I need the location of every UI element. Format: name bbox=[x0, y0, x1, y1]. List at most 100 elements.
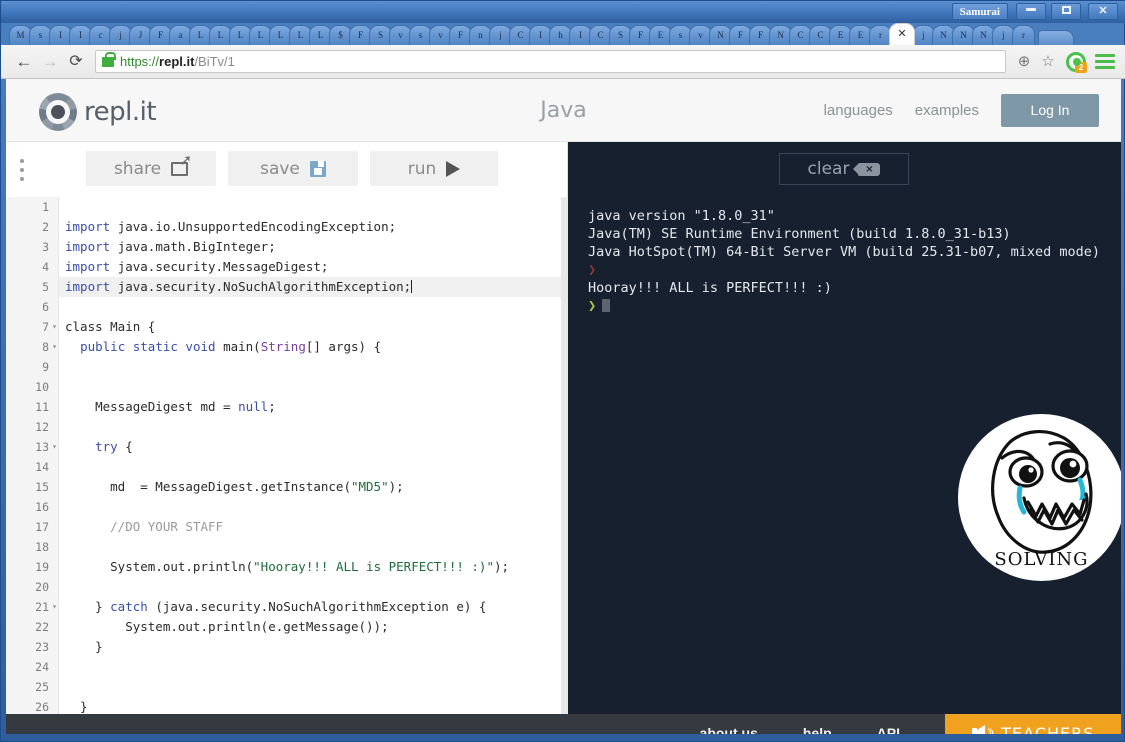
extension-icon[interactable]: 2 bbox=[1066, 51, 1087, 73]
url-host: repl.it bbox=[159, 54, 195, 69]
login-button[interactable]: Log In bbox=[1001, 94, 1099, 127]
fold-toggle-icon[interactable]: ▾ bbox=[52, 317, 57, 337]
code-line[interactable]: } bbox=[59, 637, 568, 657]
site-header: Java repl.it languages examples Log In bbox=[6, 79, 1121, 142]
code-line[interactable] bbox=[59, 497, 568, 517]
reload-icon[interactable]: ⟳ bbox=[63, 45, 89, 79]
code-line[interactable] bbox=[59, 297, 568, 317]
code-line[interactable] bbox=[59, 657, 568, 677]
code-token: import bbox=[65, 279, 118, 294]
run-button[interactable]: run bbox=[370, 151, 498, 186]
code-token: import bbox=[65, 239, 118, 254]
forward-icon[interactable]: → bbox=[37, 45, 63, 79]
code-line[interactable]: public static void main(String[] args) { bbox=[59, 337, 568, 357]
code-line[interactable] bbox=[59, 577, 568, 597]
line-number: 7 ▾ bbox=[6, 317, 58, 337]
address-bar[interactable]: https://repl.it/BiTv/1 bbox=[95, 50, 1006, 73]
code-token: ; bbox=[268, 399, 276, 414]
code-token: import bbox=[65, 259, 118, 274]
code-line[interactable]: } catch (java.security.NoSuchAlgorithmEx… bbox=[59, 597, 568, 617]
code-line[interactable]: import java.security.NoSuchAlgorithmExce… bbox=[59, 277, 568, 297]
code-line[interactable]: System.out.println(e.getMessage()); bbox=[59, 617, 568, 637]
back-icon[interactable]: ← bbox=[11, 45, 37, 79]
fold-toggle-icon[interactable]: ▾ bbox=[52, 437, 57, 457]
window-close-button[interactable]: ✕ bbox=[1088, 3, 1118, 20]
footer-link-about-us[interactable]: about us bbox=[700, 725, 758, 734]
code-token: try bbox=[95, 439, 118, 454]
code-line[interactable]: } bbox=[59, 697, 568, 714]
meme-image: SOLVING bbox=[958, 414, 1121, 581]
line-number: 3 bbox=[42, 240, 49, 254]
code-line[interactable]: import java.math.BigInteger; bbox=[59, 237, 568, 257]
code-line[interactable]: MessageDigest md = null; bbox=[59, 397, 568, 417]
code-token: main( bbox=[223, 339, 261, 354]
code-line[interactable]: try { bbox=[59, 437, 568, 457]
browser-tab-active[interactable]: ✕ bbox=[889, 23, 915, 45]
window-minimize-button[interactable] bbox=[1016, 3, 1046, 20]
url-scheme: https:// bbox=[120, 54, 160, 69]
clear-button-label: clear bbox=[807, 159, 850, 179]
code-line[interactable]: md = MessageDigest.getInstance("MD5"); bbox=[59, 477, 568, 497]
code-area[interactable]: 1 2 3 4 5 6 7 ▾ 8 ▾ 9 10 11 12 13 ▾ 14 15 16 17 18 19 20 21 ▾ 22 2… bbox=[6, 197, 568, 714]
code-token: System.out.println( bbox=[65, 559, 254, 574]
window-maximize-button[interactable] bbox=[1051, 3, 1081, 20]
bookmark-star-icon[interactable]: ☆ bbox=[1036, 45, 1060, 79]
nav-link-languages[interactable]: languages bbox=[824, 102, 893, 119]
new-tab-button[interactable] bbox=[1038, 30, 1074, 45]
line-number: 25 bbox=[35, 680, 49, 694]
code-line[interactable] bbox=[59, 357, 568, 377]
line-number: 5 bbox=[42, 280, 49, 294]
code-token: System.out.println(e.getMessage()); bbox=[65, 619, 389, 634]
browser-tab-strip: Ms I Ic j J Fa L L L L L L L $ F Sv s v Fn j C Ih I C S F Es v N F F N C… bbox=[1, 23, 1125, 45]
console-prompt: ❯ bbox=[588, 261, 1113, 279]
fold-toggle-icon[interactable]: ▾ bbox=[52, 597, 57, 617]
browser-tab[interactable]: r bbox=[1012, 25, 1035, 45]
more-options-icon[interactable] bbox=[20, 159, 24, 186]
code-token: ); bbox=[388, 479, 404, 494]
line-number: 11 bbox=[35, 400, 49, 414]
code-line[interactable] bbox=[59, 197, 568, 217]
code-token: public static void bbox=[80, 339, 224, 354]
code-line[interactable] bbox=[59, 537, 568, 557]
footer-link-help[interactable]: help bbox=[803, 725, 832, 734]
line-number: 20 bbox=[35, 580, 49, 594]
code-line[interactable] bbox=[59, 417, 568, 437]
code-token: md = MessageDigest.getInstance( bbox=[65, 479, 351, 494]
code-line[interactable]: System.out.println("Hooray!!! ALL is PER… bbox=[59, 557, 568, 577]
code-line[interactable] bbox=[59, 457, 568, 477]
os-window: Samurai ✕ Ms I Ic j J Fa L L L L L L L $ F Sv s v Fn j C Ih I C… bbox=[0, 0, 1125, 742]
replit-logo[interactable]: repl.it bbox=[39, 93, 157, 131]
web-page: Java repl.it languages examples Log In s… bbox=[6, 79, 1121, 734]
site-nav: languages examples Log In bbox=[824, 79, 1099, 142]
footer-link-api[interactable]: API bbox=[877, 725, 900, 734]
code-line[interactable]: import java.security.MessageDigest; bbox=[59, 257, 568, 277]
console-output-line: Java(TM) SE Runtime Environment (build 1… bbox=[588, 226, 1011, 242]
code-token: java.math.BigInteger; bbox=[117, 239, 276, 254]
line-number: 12 bbox=[35, 420, 49, 434]
clear-button[interactable]: clear × bbox=[779, 153, 909, 185]
line-number: 16 bbox=[35, 500, 49, 514]
line-number: 17 bbox=[35, 520, 49, 534]
line-number: 18 bbox=[35, 540, 49, 554]
code-lines[interactable]: import java.io.UnsupportedEncodingExcept… bbox=[59, 197, 568, 714]
teachers-button[interactable]: )) TEACHERS bbox=[945, 714, 1121, 734]
share-icon bbox=[171, 151, 192, 176]
line-number: 14 bbox=[35, 460, 49, 474]
code-line[interactable]: import java.io.UnsupportedEncodingExcept… bbox=[59, 217, 568, 237]
code-line[interactable] bbox=[59, 677, 568, 697]
zoom-icon[interactable]: ⊕ bbox=[1012, 45, 1036, 79]
share-button[interactable]: share bbox=[86, 151, 216, 186]
fold-toggle-icon[interactable]: ▾ bbox=[52, 337, 57, 357]
line-number: 24 bbox=[35, 660, 49, 674]
code-line[interactable] bbox=[59, 377, 568, 397]
code-token: null bbox=[238, 399, 269, 414]
code-line[interactable]: //DO YOUR STAFF bbox=[59, 517, 568, 537]
save-button[interactable]: save bbox=[228, 151, 358, 186]
code-token: } bbox=[65, 699, 88, 714]
browser-menu-icon[interactable] bbox=[1092, 51, 1118, 72]
line-number: 4 bbox=[42, 260, 49, 274]
code-line[interactable]: class Main { bbox=[59, 317, 568, 337]
editor-scrollbar[interactable] bbox=[561, 197, 568, 714]
nav-link-examples[interactable]: examples bbox=[915, 102, 979, 119]
